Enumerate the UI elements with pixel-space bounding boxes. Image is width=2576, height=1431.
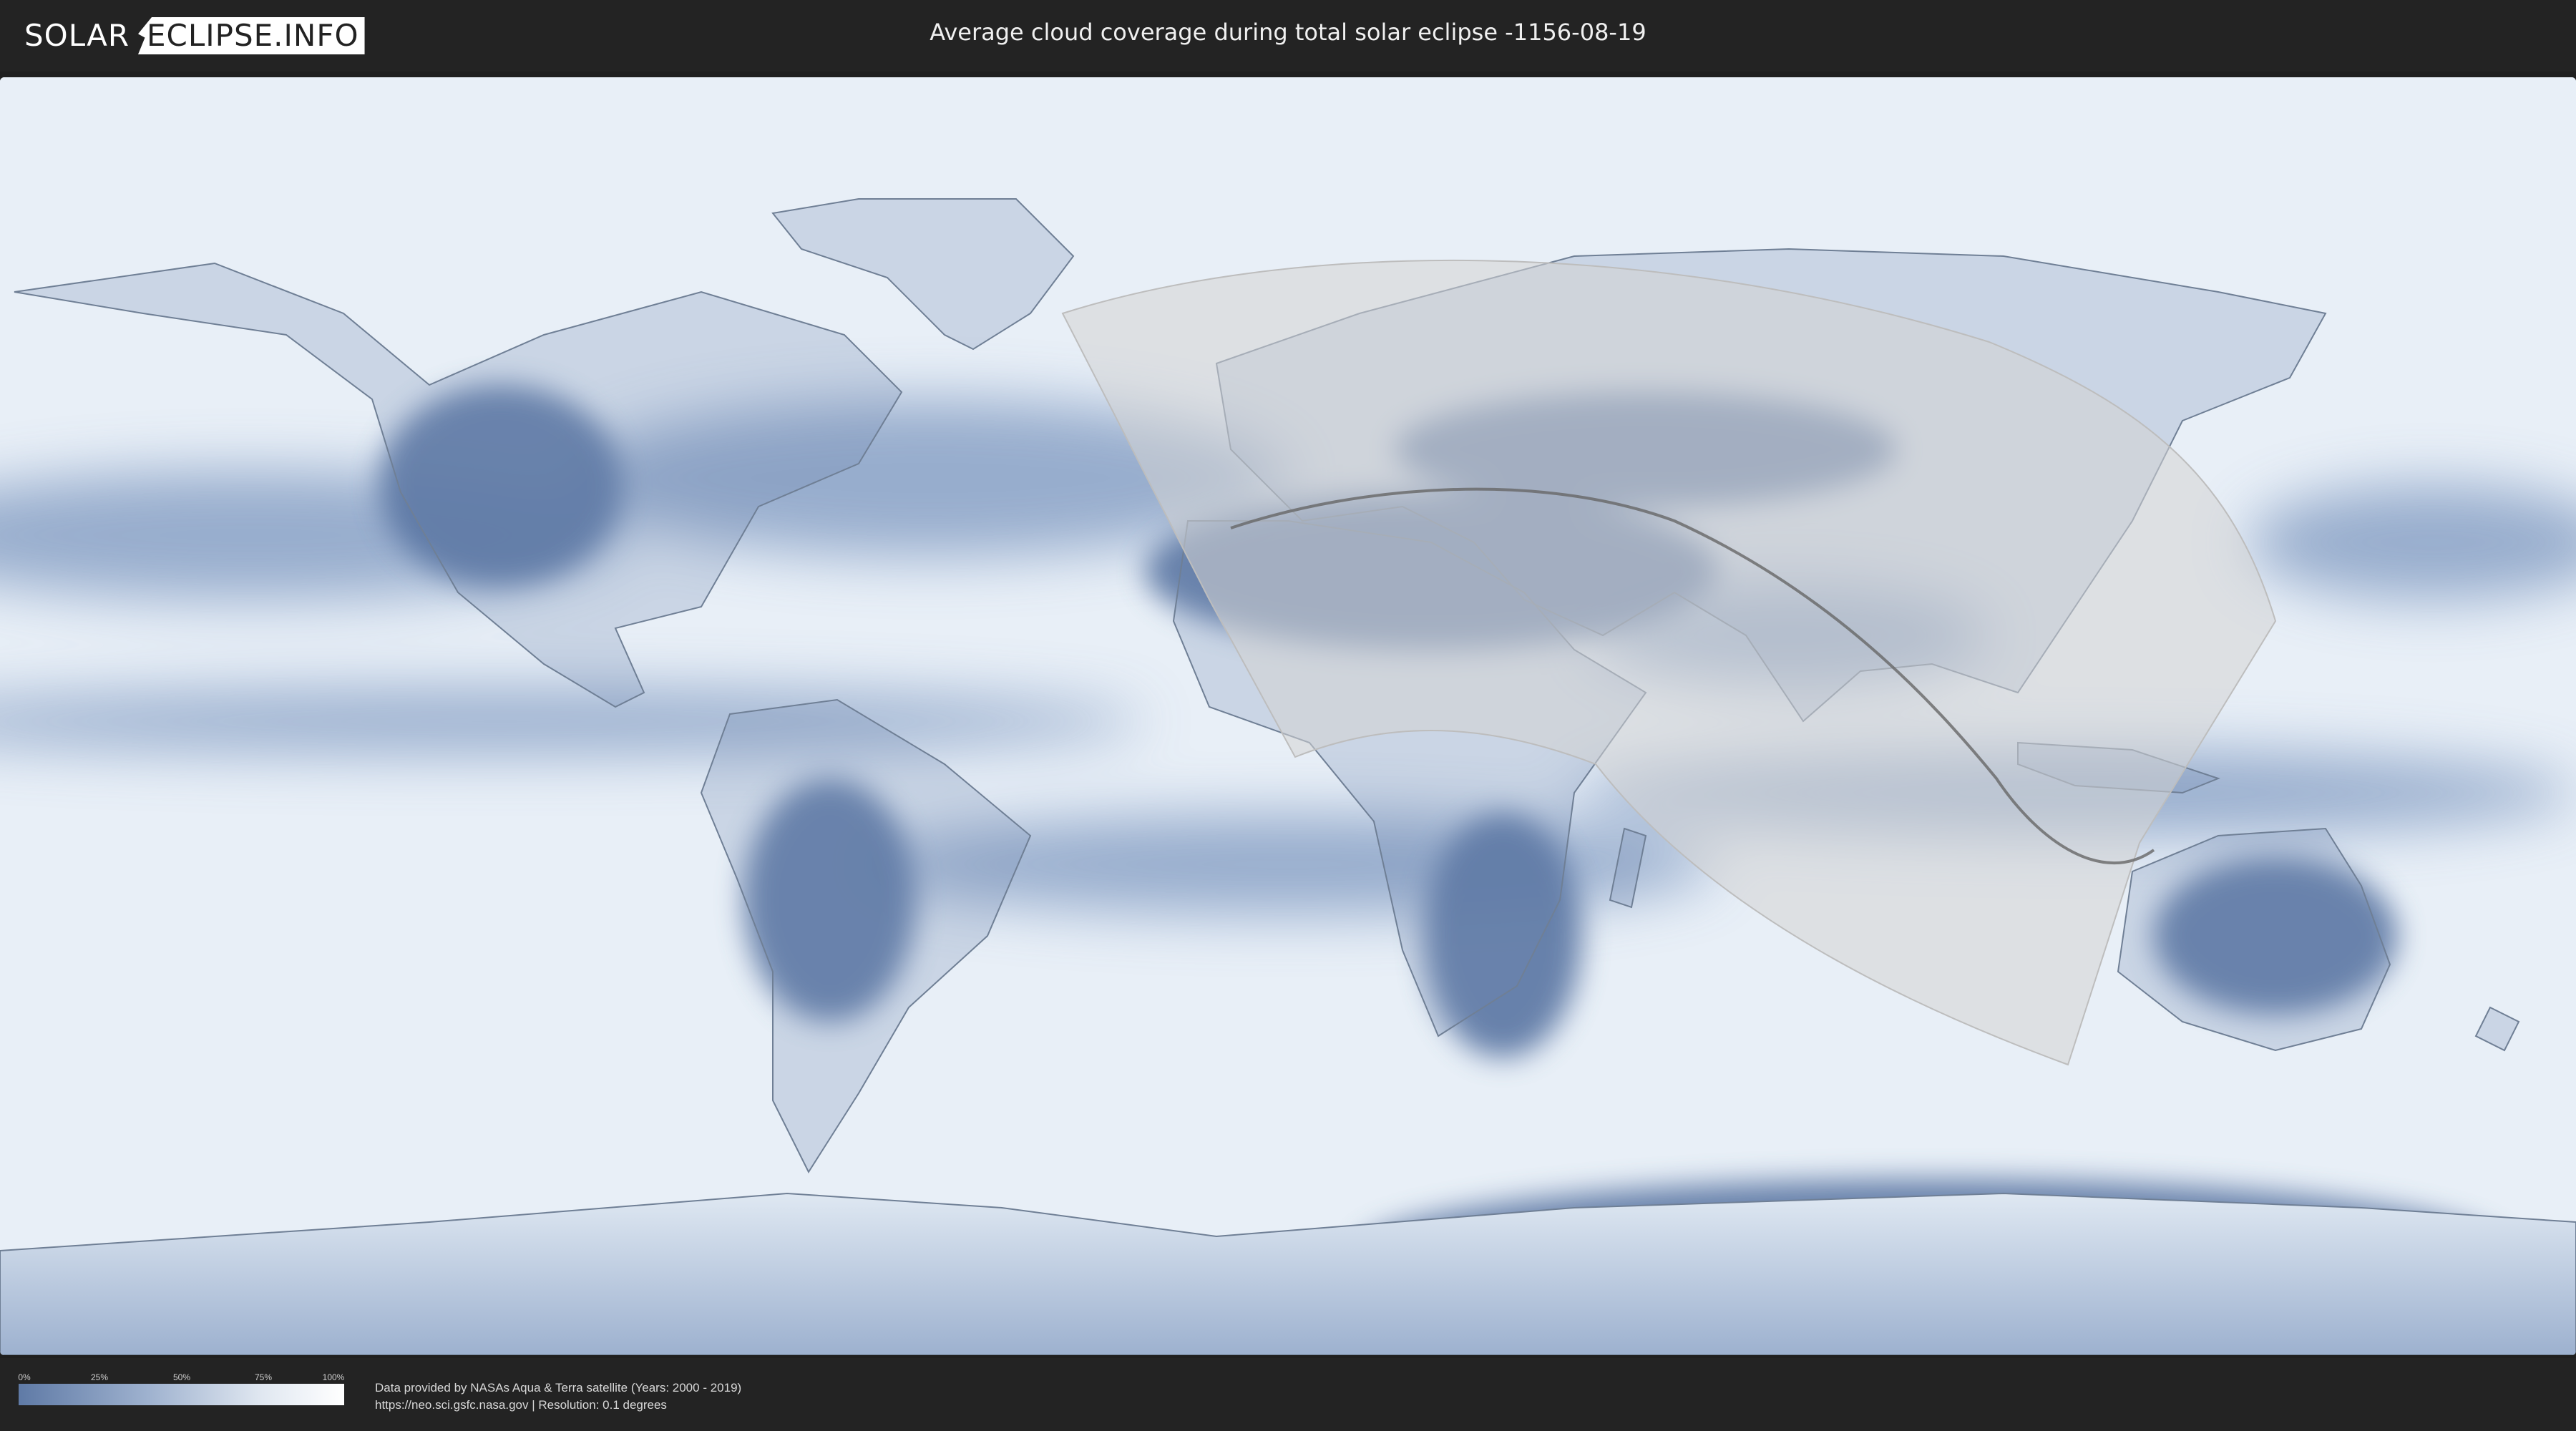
cloud-coverage-map bbox=[0, 77, 2576, 1355]
legend-color-bar bbox=[19, 1384, 344, 1405]
legend-tick-25: 25% bbox=[90, 1372, 109, 1382]
legend-tick-75: 75% bbox=[254, 1372, 273, 1382]
legend-tick-0: 0% bbox=[18, 1372, 31, 1382]
footer-bar: 0% 25% 50% 75% 100% Data provided by NAS… bbox=[0, 1358, 2576, 1431]
page-title: Average cloud coverage during total sola… bbox=[930, 19, 1646, 46]
header-bar: SOLAR ECLIPSE.INFO Average cloud coverag… bbox=[0, 0, 2576, 72]
credits-line-2[interactable]: https://neo.sci.gsfc.nasa.gov | Resoluti… bbox=[375, 1397, 741, 1414]
cloud-coverage-legend: 0% 25% 50% 75% 100% bbox=[18, 1372, 345, 1405]
legend-ticks: 0% 25% 50% 75% 100% bbox=[18, 1372, 345, 1384]
legend-tick-50: 50% bbox=[172, 1372, 191, 1382]
credits-line-1: Data provided by NASAs Aqua & Terra sate… bbox=[375, 1381, 742, 1395]
data-credits: Data provided by NASAs Aqua & Terra sate… bbox=[375, 1379, 741, 1414]
legend-tick-100: 100% bbox=[322, 1372, 345, 1382]
world-map-svg bbox=[0, 77, 2576, 1355]
